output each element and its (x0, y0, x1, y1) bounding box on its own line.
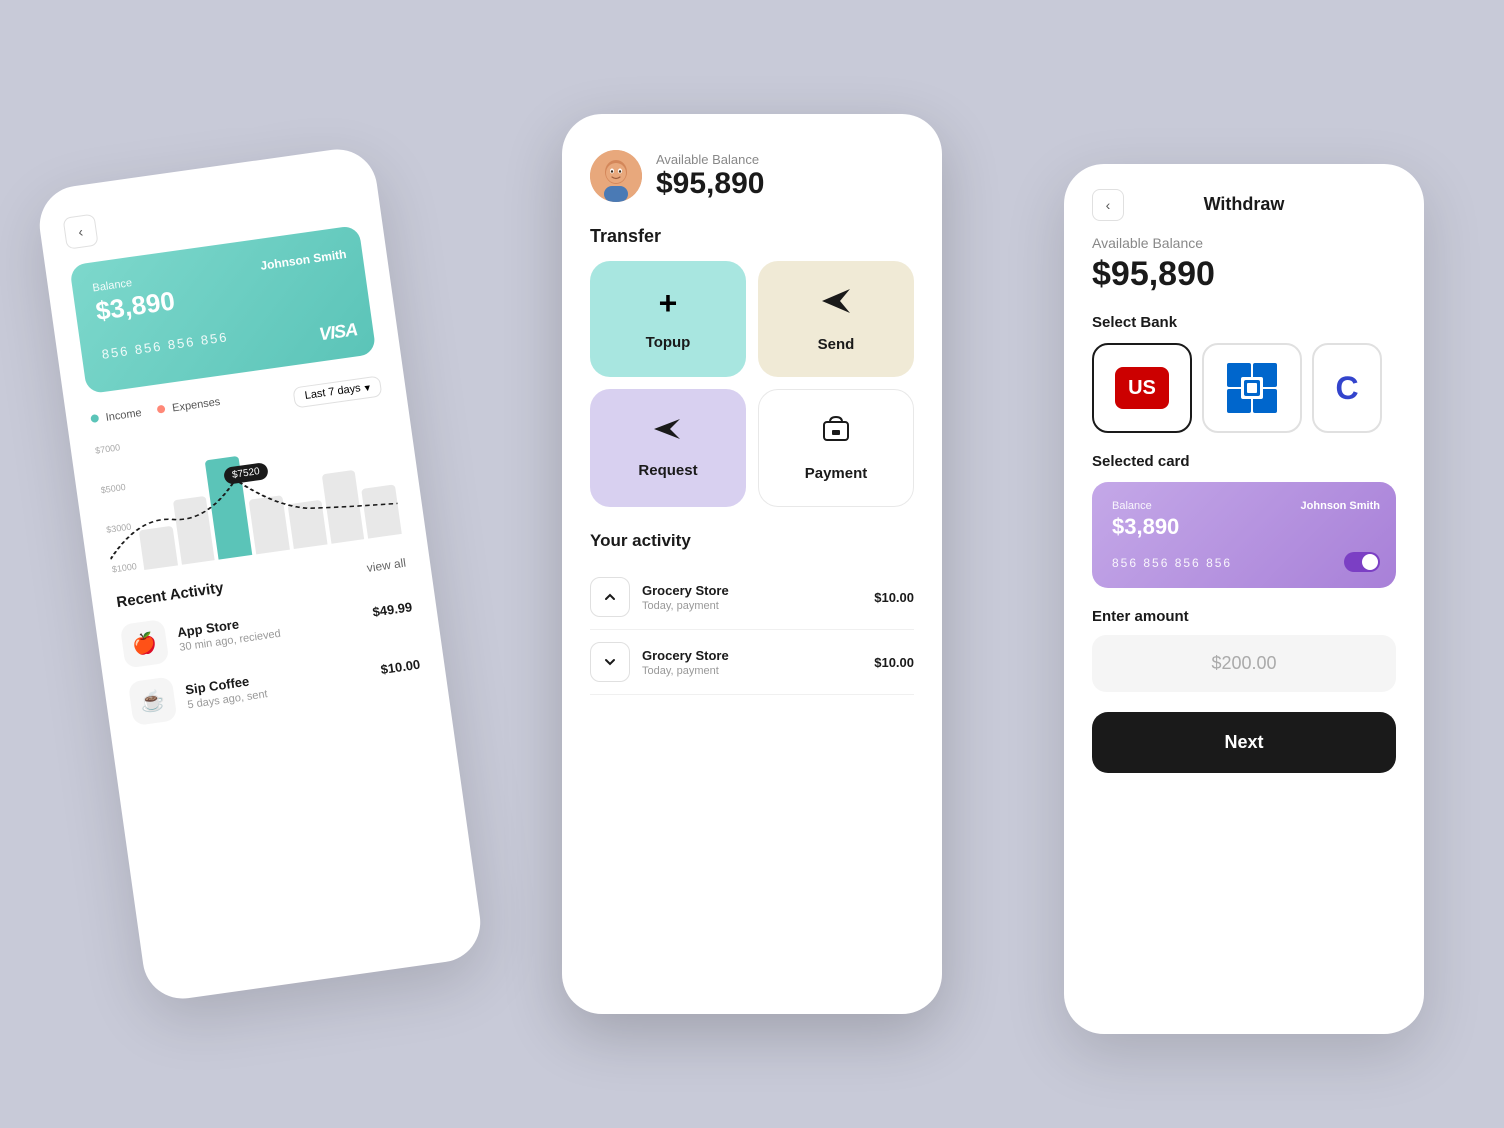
activity-info-2: Sip Coffee 5 days ago, sent (184, 656, 370, 710)
withdraw-title: Withdraw (1204, 194, 1285, 215)
us-bank-logo: US (1115, 367, 1169, 409)
sc-number: 856 856 856 856 (1112, 556, 1376, 570)
request-label: Request (638, 462, 697, 479)
avatar-svg (590, 150, 642, 202)
send-icon (820, 285, 852, 324)
balance-info: Available Balance $95,890 (656, 152, 764, 201)
phone-header-right: ‹ Withdraw (1092, 194, 1396, 215)
bar-2 (173, 496, 215, 565)
request-icon (652, 413, 684, 450)
transfer-section: Transfer + Topup Send (590, 226, 914, 507)
user-header: Available Balance $95,890 (590, 150, 914, 202)
payment-label: Payment (805, 465, 868, 482)
selected-credit-card: Balance $3,890 Johnson Smith 856 856 856… (1092, 482, 1396, 588)
activity-info-1: App Store 30 min ago, recieved (176, 599, 362, 653)
amount-input[interactable]: $200.00 (1092, 635, 1396, 692)
chart-filter[interactable]: Last 7 days ▾ (293, 375, 383, 408)
view-all-link[interactable]: view all (366, 555, 407, 574)
back-button-right[interactable]: ‹ (1092, 189, 1124, 221)
grocery-time-1: Today, payment (642, 600, 862, 612)
third-bank-card[interactable]: C (1312, 343, 1382, 433)
transfer-grid: + Topup Send (590, 261, 914, 507)
activity-section-title: Your activity (590, 531, 914, 551)
enter-amount-label: Enter amount (1092, 608, 1396, 625)
avatar (590, 150, 642, 202)
send-label: Send (818, 336, 855, 353)
grocery-name-2: Grocery Store (642, 648, 862, 663)
grocery-name-1: Grocery Store (642, 583, 862, 598)
select-bank-label: Select Bank (1092, 314, 1396, 331)
activity-section: Your activity Grocery Store Today, payme… (590, 531, 914, 695)
selected-card-label: Selected card (1092, 453, 1396, 470)
activity-row-1: Grocery Store Today, payment $10.00 (590, 565, 914, 630)
available-label: Available Balance (1092, 235, 1396, 251)
chevron-down-icon: ▾ (364, 380, 371, 394)
chart-legend: Income Expenses (90, 396, 221, 426)
transfer-title: Transfer (590, 226, 914, 247)
request-card[interactable]: Request (590, 389, 746, 507)
bar-7 (361, 484, 401, 538)
card-network: VISA (318, 319, 359, 345)
payment-card[interactable]: Payment (758, 389, 914, 507)
payment-icon (820, 414, 852, 453)
balance-amount-middle: $95,890 (656, 167, 764, 201)
left-phone: ‹ Balance $3,890 Johnson Smith 856 856 8… (35, 144, 486, 1003)
next-button[interactable]: Next (1092, 712, 1396, 773)
legend-income: Income (90, 407, 142, 426)
bar-5 (287, 500, 327, 549)
activity-arrow-2 (590, 642, 630, 682)
chase-bank-card[interactable] (1202, 343, 1302, 433)
right-phone: ‹ Withdraw Available Balance $95,890 Sel… (1064, 164, 1424, 1034)
phones-container: ‹ Balance $3,890 Johnson Smith 856 856 8… (0, 114, 1504, 1014)
activity-amount-1: $49.99 (372, 599, 413, 619)
middle-phone: Available Balance $95,890 Transfer + Top… (562, 114, 942, 1014)
sc-holder: Johnson Smith (1301, 500, 1380, 512)
balance-label-middle: Available Balance (656, 152, 764, 167)
legend-expenses: Expenses (157, 396, 221, 417)
activity-amount-2: $10.00 (380, 656, 421, 676)
chase-logo (1227, 363, 1277, 413)
topup-card[interactable]: + Topup (590, 261, 746, 377)
activity-info-grocery-2: Grocery Store Today, payment (642, 648, 862, 677)
expenses-dot (157, 405, 166, 414)
send-card[interactable]: Send (758, 261, 914, 377)
chart-tooltip: $7520 (223, 462, 269, 485)
section-title: Recent Activity (115, 579, 224, 611)
income-dot (90, 414, 99, 423)
sc-toggle[interactable] (1344, 552, 1380, 572)
activity-icon-appstore: 🍎 (120, 619, 170, 669)
bar-4 (249, 495, 290, 554)
grocery-amount-1: $10.00 (874, 590, 914, 605)
bar-1 (139, 526, 178, 570)
topup-icon: + (659, 285, 678, 322)
bar-6 (321, 470, 364, 544)
activity-icon-coffee: ☕ (128, 676, 178, 726)
bank-cards-row: US C (1092, 343, 1396, 433)
chart-section: Income Expenses Last 7 days ▾ $7000 $500… (90, 373, 402, 574)
grocery-amount-2: $10.00 (874, 655, 914, 670)
topup-label: Topup (646, 334, 691, 351)
grocery-time-2: Today, payment (642, 665, 862, 677)
sc-balance: $3,890 (1112, 514, 1376, 540)
back-button-left[interactable]: ‹ (63, 214, 99, 250)
sc-toggle-dot (1362, 554, 1378, 570)
us-bank-card[interactable]: US (1092, 343, 1192, 433)
credit-card-left: Balance $3,890 Johnson Smith 856 856 856… (69, 225, 376, 394)
recent-activity-section: Recent Activity view all 🍎 App Store 30 … (115, 554, 423, 726)
activity-arrow-1 (590, 577, 630, 617)
activity-info-grocery-1: Grocery Store Today, payment (642, 583, 862, 612)
activity-row-2: Grocery Store Today, payment $10.00 (590, 630, 914, 695)
available-amount: $95,890 (1092, 255, 1396, 294)
